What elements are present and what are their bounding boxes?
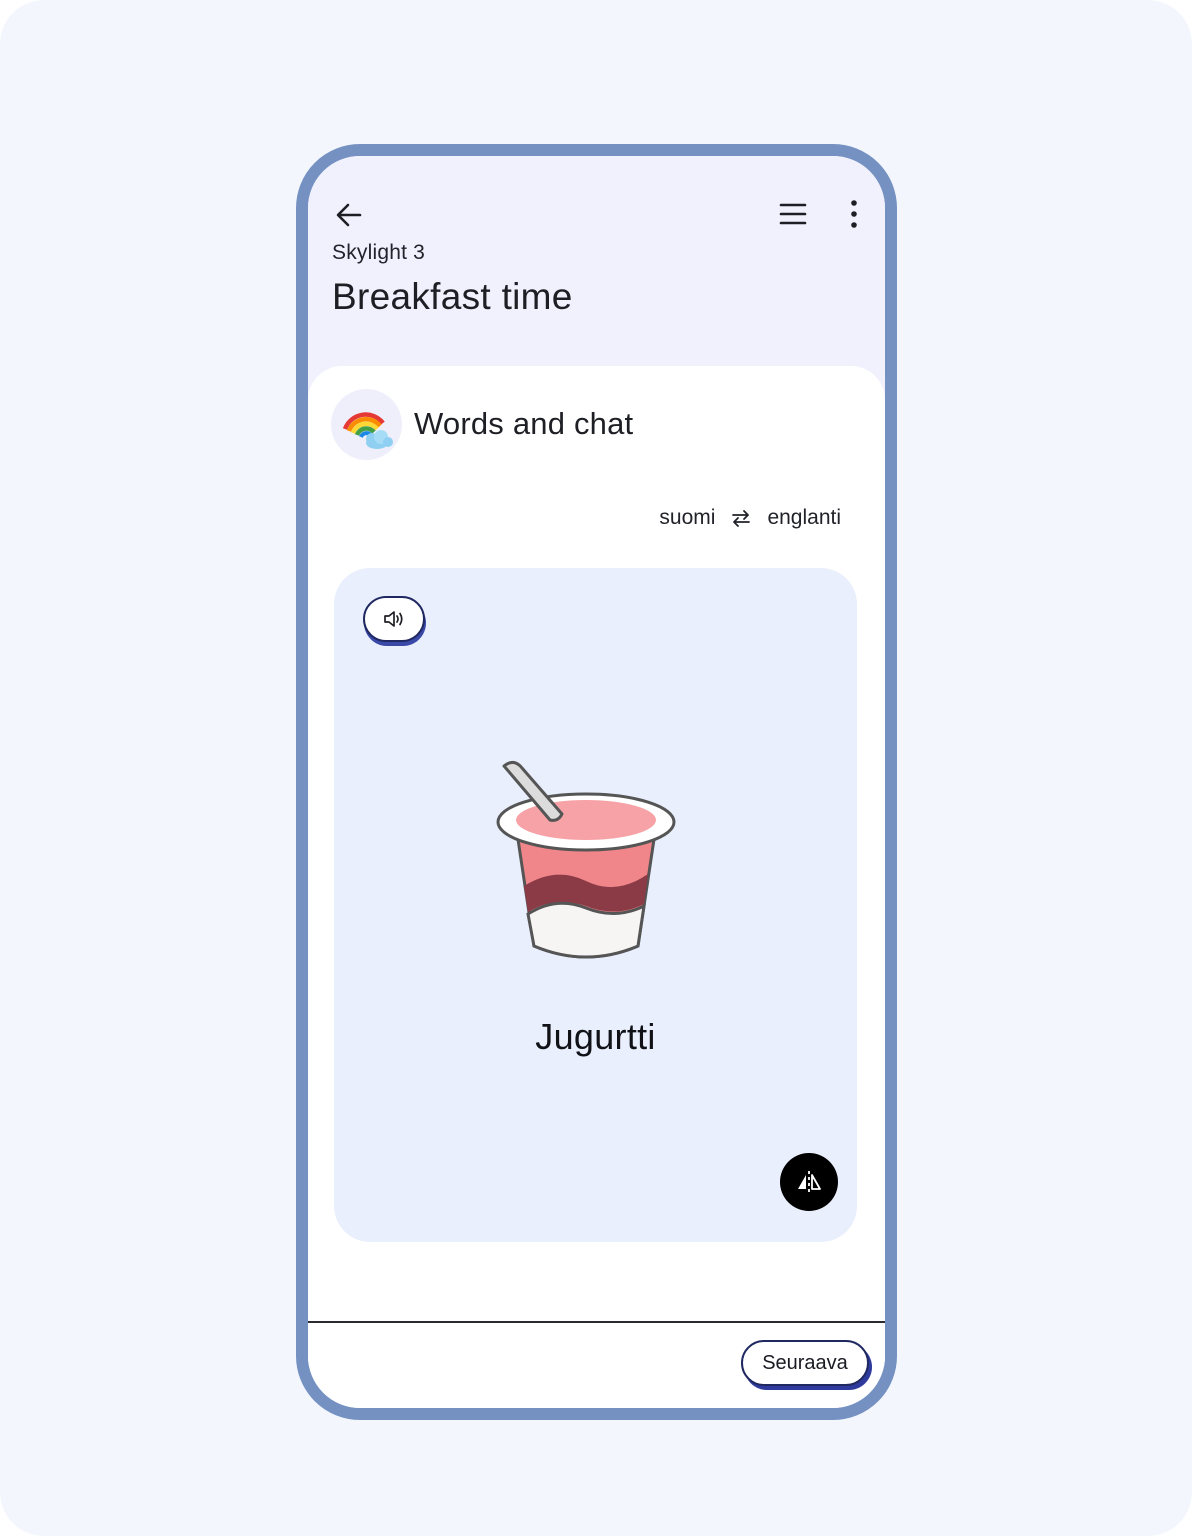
back-button[interactable]	[325, 191, 373, 239]
flashcard-word: Jugurtti	[535, 1016, 656, 1057]
app-header: Skylight 3 Breakfast time	[308, 156, 885, 386]
more-options-button[interactable]	[830, 190, 878, 238]
swap-language-button[interactable]	[729, 506, 753, 530]
target-language[interactable]: englanti	[767, 506, 841, 530]
more-vertical-icon	[851, 200, 857, 228]
menu-button[interactable]	[769, 190, 817, 238]
source-language[interactable]: suomi	[659, 506, 715, 530]
content-panel: Words and chat suomi englanti Jugurtti	[308, 366, 885, 1366]
flip-icon	[798, 1171, 821, 1193]
swap-arrows-icon	[732, 510, 751, 527]
speaker-icon	[384, 611, 403, 627]
arrow-left-icon	[336, 203, 362, 227]
flashcard[interactable]: Jugurtti	[334, 568, 857, 1242]
language-switcher: suomi englanti	[659, 506, 841, 530]
rainbow-icon	[342, 412, 393, 449]
section-title: Words and chat	[414, 406, 634, 441]
next-button[interactable]: Seuraava	[741, 1340, 869, 1386]
section-avatar	[331, 389, 402, 460]
play-audio-button[interactable]	[363, 596, 425, 642]
course-label: Skylight 3	[332, 241, 426, 264]
bottom-bar: Seuraava	[308, 1321, 885, 1408]
hamburger-menu-icon	[779, 203, 807, 225]
yogurt-cup-illustration	[496, 761, 676, 959]
flip-card-button[interactable]	[780, 1153, 838, 1211]
phone-frame: Skylight 3 Breakfast time Words and chat…	[296, 144, 897, 1420]
page-title: Breakfast time	[332, 276, 573, 317]
